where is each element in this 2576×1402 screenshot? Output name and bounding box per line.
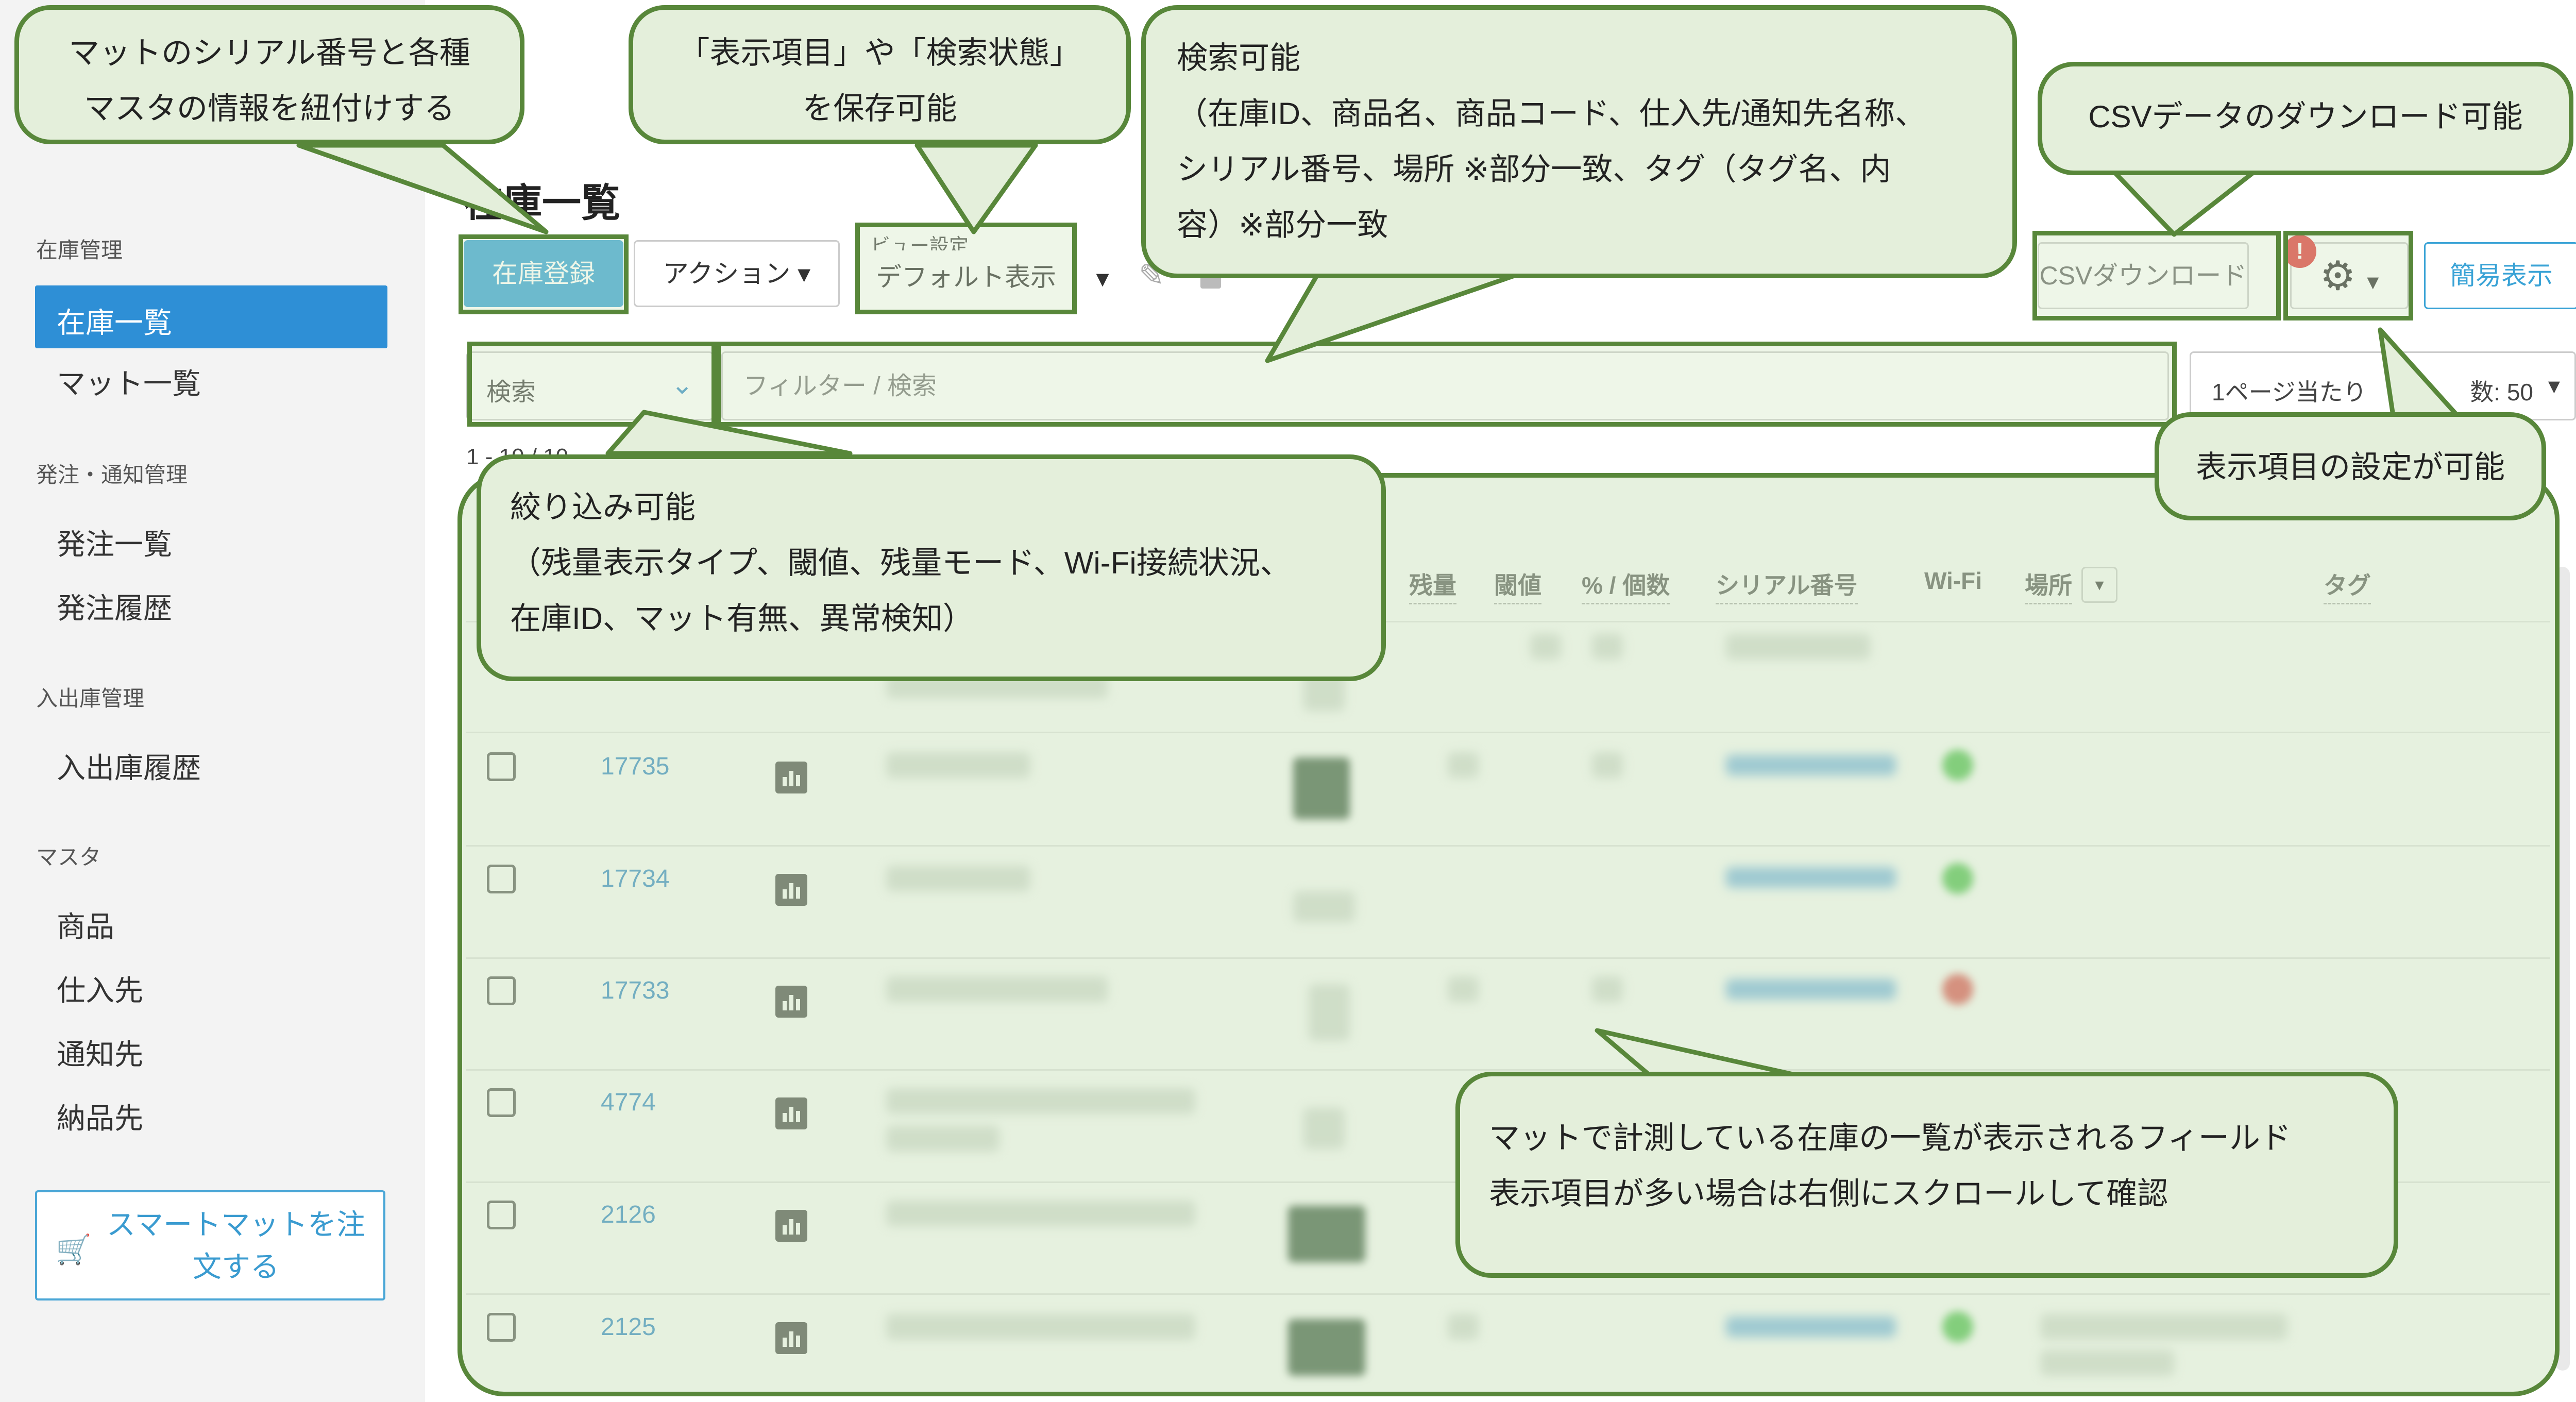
highlight-gear <box>2283 231 2413 320</box>
sidebar-item-suppliers[interactable]: 仕入先 <box>57 968 143 1009</box>
callout-csv: CSVデータのダウンロード可能 <box>2038 62 2573 175</box>
callout-field: マットで計測している在庫の一覧が表示されるフィールド 表示項目が多い場合は右側に… <box>1455 1072 2398 1278</box>
sidebar-section-master: マスタ <box>36 845 101 869</box>
caret-down-icon: ▾ <box>798 259 811 288</box>
action-dropdown[interactable]: アクション ▾ <box>634 240 840 307</box>
simple-view-button[interactable]: 簡易表示 <box>2424 242 2576 309</box>
highlight-csv <box>2032 231 2281 320</box>
sidebar-item-order-history[interactable]: 発注履歴 <box>57 585 172 627</box>
sidebar-item-notify-targets[interactable]: 通知先 <box>57 1032 143 1073</box>
page-title: 在庫一覧 <box>464 181 620 225</box>
sidebar-section-inventory: 在庫管理 <box>36 238 123 262</box>
highlight-register <box>459 234 629 314</box>
sidebar-section-orders: 発注・通知管理 <box>36 463 188 487</box>
highlight-view-setting <box>855 223 1077 314</box>
callout-display-setting: 表示項目の設定が可能 <box>2155 412 2546 520</box>
callout-mat-link: マットのシリアル番号と各種 マスタの情報を紐付けする <box>14 5 524 144</box>
callout-save-view: 「表示項目」や「検索状態」 を保存可能 <box>629 5 1131 144</box>
cart-icon: 🛒 <box>56 1233 92 1265</box>
highlight-search-select <box>467 342 716 427</box>
sidebar-item-mat-list[interactable]: マット一覧 <box>57 361 201 402</box>
sidebar-item-stock-io-history[interactable]: 入出庫履歴 <box>57 745 201 787</box>
sidebar: 在庫管理 在庫一覧 マット一覧 発注・通知管理 発注一覧 発注履歴 入出庫管理 … <box>0 0 425 1402</box>
sidebar-item-order-list[interactable]: 発注一覧 <box>57 521 172 563</box>
callout-search: 検索可能 （在庫ID、商品名、商品コード、仕入先/通知先名称、 シリアル番号、場… <box>1141 5 2017 278</box>
order-smartmat-button[interactable]: 🛒 スマートマットを注文する <box>35 1190 385 1300</box>
order-smartmat-label: スマートマットを注文する <box>106 1208 366 1283</box>
per-page-select[interactable]: 1ページ当たり 数: 50 ▾ <box>2190 351 2576 420</box>
sidebar-item-products[interactable]: 商品 <box>57 904 114 945</box>
sidebar-item-delivery-targets[interactable]: 納品先 <box>57 1095 143 1137</box>
caret-down-icon: ▾ <box>2548 372 2560 399</box>
sidebar-item-inventory-list[interactable]: 在庫一覧 <box>35 285 387 348</box>
sidebar-section-stock-io: 入出庫管理 <box>36 686 145 711</box>
caret-down-icon[interactable]: ▾ <box>1079 252 1126 307</box>
callout-filter: 絞り込み可能 （残量表示タイプ、閾値、残量モード、Wi-Fi接続状況、 在庫ID… <box>477 454 1386 681</box>
highlight-filter <box>716 342 2177 427</box>
